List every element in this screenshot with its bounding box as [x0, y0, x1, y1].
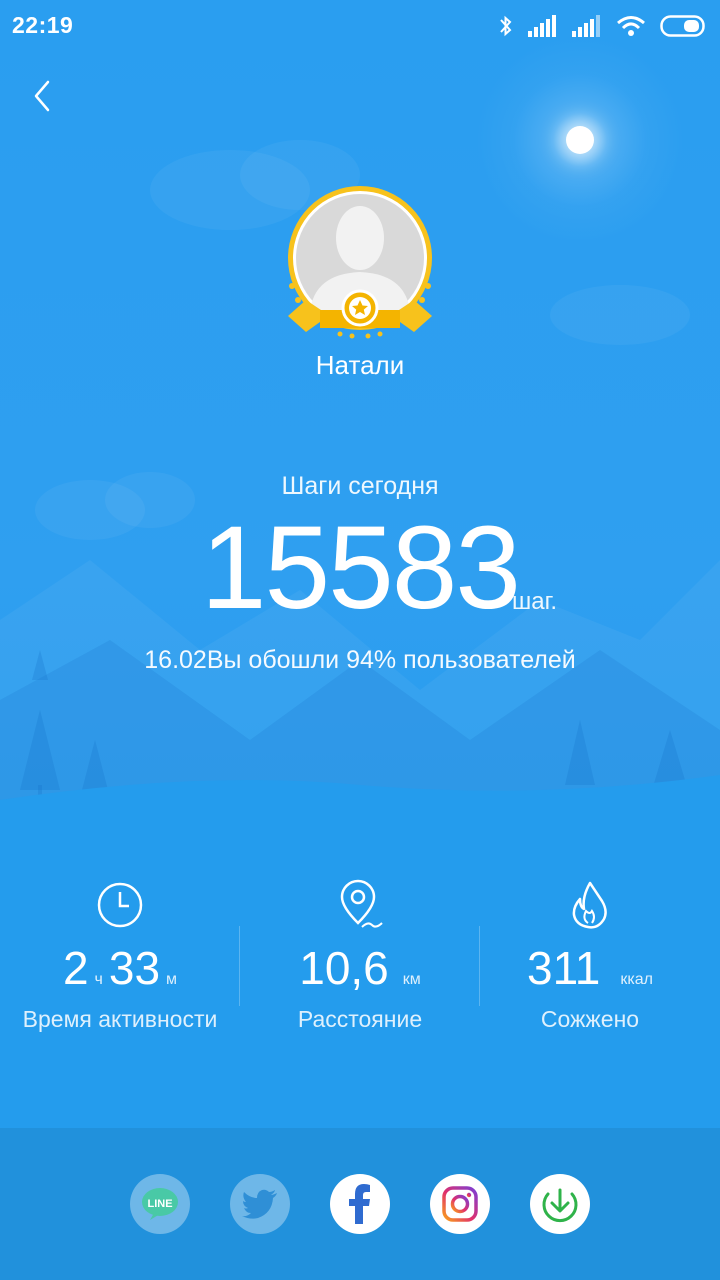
user-name: Натали: [315, 350, 405, 380]
download-icon: [542, 1188, 578, 1223]
bluetooth-icon: [500, 15, 512, 37]
steps-value: 15583: [200, 502, 521, 634]
status-time: 22:19: [12, 12, 74, 38]
svg-text:LINE: LINE: [147, 1198, 172, 1210]
share-twitter-button[interactable]: [230, 1174, 290, 1234]
status-icons: [498, 12, 706, 40]
active-minutes-value: 33: [108, 942, 161, 994]
share-line-button[interactable]: LINE: [130, 1174, 190, 1234]
sun-icon: [566, 126, 594, 154]
share-facebook-button[interactable]: [330, 1174, 390, 1234]
stat-distance: 10,6 км Расстояние: [240, 876, 480, 1033]
wifi-icon: [617, 16, 645, 36]
calories-label: Сожжено: [540, 1006, 640, 1032]
location-pin-icon: [340, 879, 383, 928]
stat-calories: 311 ккал Сожжено: [470, 876, 710, 1033]
active-hours-unit: ч: [94, 971, 103, 988]
line-icon: LINE: [142, 1188, 178, 1220]
active-hours-value: 2: [62, 942, 89, 994]
share-instagram-button[interactable]: [430, 1174, 490, 1234]
stat-active-time: 2 ч 33 м Время активности: [0, 876, 240, 1033]
distance-label: Расстояние: [297, 1006, 423, 1032]
calories-value: 311: [527, 942, 601, 994]
calories-unit: ккал: [620, 971, 653, 988]
distance-unit: км: [402, 971, 421, 988]
steps-unit: шаг.: [512, 588, 558, 615]
flame-icon: [572, 881, 607, 929]
back-button[interactable]: [22, 72, 66, 120]
instagram-icon: [442, 1186, 478, 1222]
facebook-icon: [349, 1184, 370, 1224]
active-minutes-unit: м: [166, 971, 178, 988]
save-download-button[interactable]: [530, 1174, 590, 1234]
active-time-label: Время активности: [22, 1006, 218, 1032]
clock-icon: [97, 882, 143, 928]
steps-rank-text: 16.02Вы обошли 94% пользователей: [144, 646, 576, 674]
distance-value: 10,6: [299, 942, 389, 994]
avatar[interactable]: [284, 182, 436, 352]
twitter-icon: [242, 1189, 277, 1219]
signal-icon: [528, 15, 556, 37]
battery-icon: [660, 15, 705, 37]
signal-icon-2: [572, 15, 600, 37]
steps-label: Шаги сегодня: [281, 472, 439, 500]
